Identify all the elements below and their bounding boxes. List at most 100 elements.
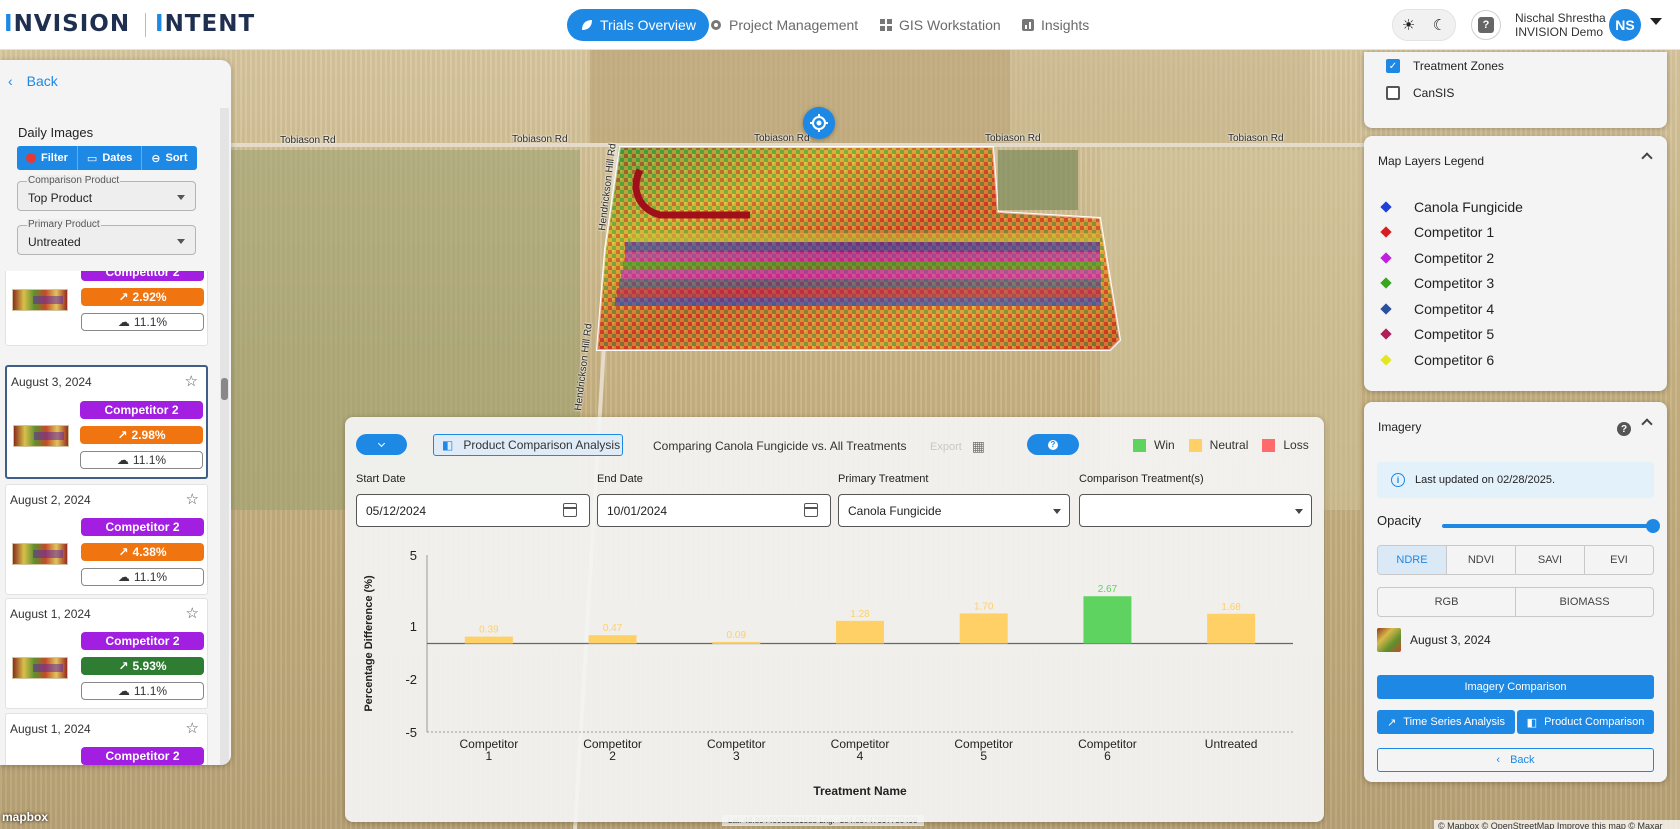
- latest-image[interactable]: August 3, 2024: [1377, 628, 1491, 652]
- image-card[interactable]: August 1, 2024 ☆ Competitor 2: [5, 713, 208, 765]
- cloud-badge: ☁ 11.1%: [81, 313, 204, 331]
- star-icon[interactable]: ☆: [186, 490, 199, 508]
- export-button[interactable]: Export ▦: [930, 438, 985, 455]
- dropdown-caret-icon: [1053, 509, 1061, 514]
- checkbox[interactable]: [1386, 86, 1400, 100]
- index-ndvi[interactable]: NDVI: [1447, 546, 1516, 574]
- intent-logo[interactable]: INTENT: [155, 11, 255, 37]
- legend-swatch: [1133, 438, 1146, 452]
- index-evi[interactable]: EVI: [1585, 546, 1653, 574]
- comparison-subtitle: Comparing Canola Fungicide vs. All Treat…: [653, 439, 907, 453]
- dates-button[interactable]: ▭ Dates: [77, 146, 143, 170]
- start-date-input[interactable]: 05/12/2024: [356, 494, 590, 527]
- road-label: Tobiason Rd: [754, 133, 810, 144]
- compare-icon: ◧: [1526, 716, 1538, 729]
- calendar-icon[interactable]: [804, 503, 818, 517]
- diamond-icon: [1380, 277, 1392, 289]
- index-ndre[interactable]: NDRE: [1378, 546, 1447, 574]
- time-series-button[interactable]: ↗ Time Series Analysis: [1377, 710, 1515, 734]
- primary-product-select[interactable]: Primary Product Untreated: [17, 219, 196, 255]
- x-tick-label-line: 5: [980, 749, 987, 763]
- avatar[interactable]: NS: [1609, 9, 1641, 41]
- layer-treatment-zones[interactable]: ✓ Treatment Zones: [1386, 59, 1504, 73]
- chevron-left-icon: ‹: [8, 73, 13, 89]
- nav-insights[interactable]: Insights: [1008, 9, 1102, 41]
- image-card[interactable]: August 2, 2024 ☆ Competitor 2 ↗ 4.38% ☁ 11…: [5, 484, 208, 595]
- layer-cansis[interactable]: CanSIS: [1386, 86, 1454, 100]
- collapse-button[interactable]: [356, 434, 407, 455]
- diamond-icon: [1380, 201, 1392, 213]
- opacity-label: Opacity: [1377, 513, 1422, 528]
- help-button[interactable]: ?: [1471, 10, 1501, 40]
- mode-biomass[interactable]: BIOMASS: [1516, 588, 1653, 616]
- map-attribution[interactable]: © Mapbox © OpenStreetMap Improve this ma…: [1434, 820, 1680, 829]
- product-badge: Competitor 2: [81, 518, 204, 536]
- star-icon[interactable]: ☆: [185, 372, 198, 390]
- moon-icon[interactable]: ☾: [1433, 16, 1446, 34]
- cloud-icon: ☁: [116, 453, 129, 467]
- back-button[interactable]: ‹ Back: [8, 73, 58, 89]
- x-tick-label: Competitor 6: [1078, 737, 1137, 763]
- star-icon[interactable]: ☆: [186, 604, 199, 622]
- bar: [588, 635, 637, 644]
- grid-icon: [880, 19, 892, 31]
- sun-icon[interactable]: ☀: [1402, 16, 1415, 34]
- diamond-icon: [1380, 354, 1392, 366]
- sort-button[interactable]: ⊖ Sort: [142, 146, 197, 170]
- locate-button[interactable]: [803, 107, 835, 139]
- trend-up-icon: ↗: [1387, 716, 1397, 729]
- product-comparison-tab[interactable]: ◧ Product Comparison Analysis: [433, 434, 623, 456]
- nav-trials-overview[interactable]: Trials Overview: [567, 9, 709, 41]
- imagery-title: Imagery: [1378, 420, 1422, 434]
- chevron-up-icon[interactable]: [1641, 418, 1653, 430]
- x-tick-label-line: 3: [733, 749, 740, 763]
- road-label: Tobiason Rd: [280, 135, 336, 146]
- calendar-icon[interactable]: [563, 503, 577, 517]
- bar-value-label: 0.09: [727, 630, 747, 641]
- dropdown-caret-icon: [177, 195, 185, 200]
- chevron-up-icon[interactable]: [1641, 152, 1653, 164]
- imagery-comparison-button[interactable]: Imagery Comparison: [1377, 675, 1654, 699]
- mode-rgb[interactable]: RGB: [1378, 588, 1516, 616]
- bar-chart-icon: [1022, 19, 1034, 31]
- comparison-treatment-label: Comparison Treatment(s): [1079, 473, 1204, 485]
- imagery-back-button[interactable]: ‹ Back: [1377, 748, 1654, 772]
- road-label: Tobiason Rd: [985, 133, 1041, 144]
- question-icon: ?: [1048, 439, 1058, 450]
- star-icon[interactable]: ☆: [186, 719, 199, 737]
- user-menu-caret-icon[interactable]: [1650, 18, 1662, 25]
- scrollbar-track[interactable]: [220, 108, 229, 765]
- y-tick-label: -5: [405, 725, 417, 740]
- trend-up-icon: ↗: [118, 545, 129, 559]
- help-icon[interactable]: ?: [1617, 422, 1631, 436]
- filter-button-group: Filter ▭ Dates ⊖ Sort: [17, 146, 197, 170]
- last-updated-notice: i Last updated on 02/28/2025.: [1377, 462, 1654, 498]
- help-button[interactable]: ?: [1027, 434, 1079, 455]
- index-savi[interactable]: SAVI: [1516, 546, 1585, 574]
- image-card-selected[interactable]: August 3, 2024 ☆ Competitor 2 ↗ 2.98% ☁ 11…: [5, 365, 208, 479]
- primary-treatment-select[interactable]: Canola Fungicide: [838, 494, 1070, 527]
- logo-divider: [145, 13, 146, 37]
- legend-item: Canola Fungicide: [1380, 199, 1523, 215]
- cloud-badge: ☁ 11.1%: [81, 568, 204, 586]
- checkbox-checked[interactable]: ✓: [1386, 59, 1400, 73]
- mapbox-logo[interactable]: mapbox: [2, 810, 48, 824]
- product-comparison-button[interactable]: ◧ Product Comparison: [1517, 710, 1654, 734]
- x-tick-label: Competitor 2: [583, 737, 642, 763]
- image-card[interactable]: August 1, 2024 ☆ Competitor 2 ↗ 5.93% ☁ 11…: [5, 598, 208, 709]
- start-date-label: Start Date: [356, 473, 406, 485]
- cloud-icon: ☁: [117, 684, 130, 698]
- opacity-slider-thumb[interactable]: [1646, 519, 1660, 533]
- invision-logo[interactable]: INVISION: [4, 11, 130, 37]
- filter-button[interactable]: Filter: [17, 146, 78, 170]
- nav-gis-workstation[interactable]: GIS Workstation: [866, 9, 1014, 41]
- end-date-input[interactable]: 10/01/2024: [597, 494, 831, 527]
- theme-toggle[interactable]: ☀ ☾: [1392, 9, 1456, 41]
- y-tick-label: -2: [405, 672, 417, 687]
- comparison-product-select[interactable]: Comparison Product Top Product: [17, 175, 196, 211]
- comparison-treatment-select[interactable]: [1079, 494, 1312, 527]
- nav-project-management[interactable]: Project Management: [696, 9, 871, 41]
- cloud-badge: ☁ 11.1%: [81, 682, 204, 700]
- opacity-slider-track[interactable]: [1442, 524, 1654, 528]
- scrollbar-thumb[interactable]: [221, 378, 228, 400]
